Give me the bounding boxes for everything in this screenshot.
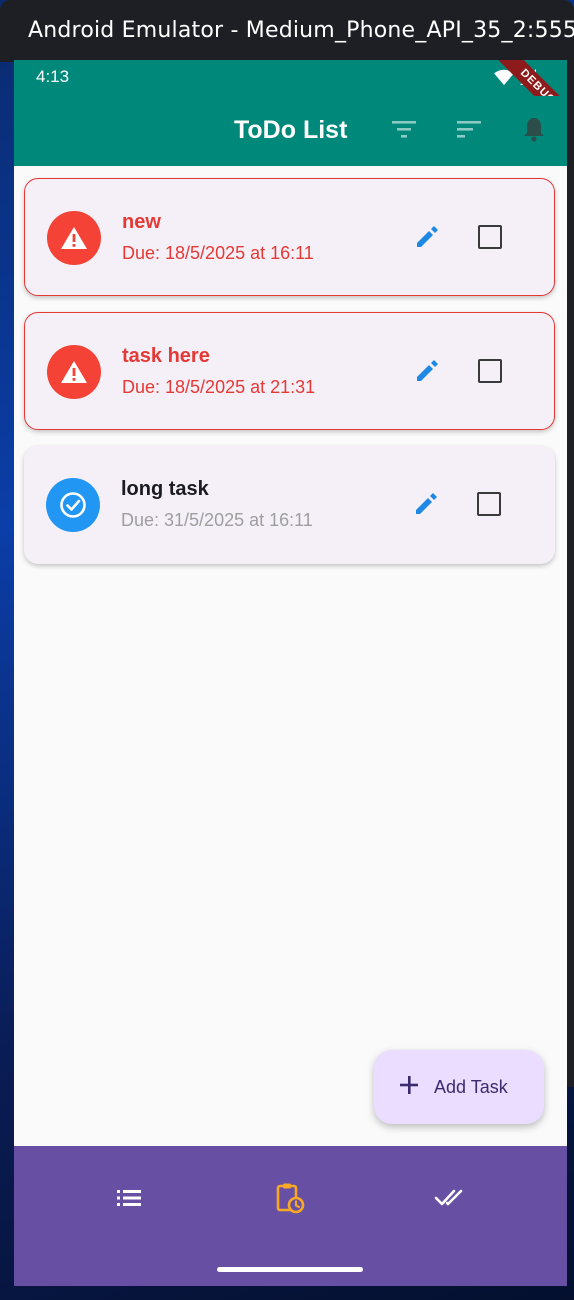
edit-button[interactable] xyxy=(410,490,442,522)
plus-icon xyxy=(398,1074,420,1101)
status-bar: 4:13 DEBUG xyxy=(14,60,567,133)
sort-button[interactable] xyxy=(453,115,485,147)
clipboard-clock-icon xyxy=(275,1182,305,1219)
nav-pending-tasks[interactable] xyxy=(272,1182,308,1218)
edit-button[interactable] xyxy=(411,223,443,255)
bottom-navigation xyxy=(14,1146,567,1286)
nav-all-tasks[interactable] xyxy=(111,1182,147,1218)
double-check-icon xyxy=(434,1187,468,1214)
add-task-button[interactable]: Add Task xyxy=(374,1050,544,1124)
task-due-date: Due: 31/5/2025 at 16:11 xyxy=(121,510,313,530)
edit-icon xyxy=(413,491,439,522)
task-title: task here xyxy=(122,345,210,367)
edit-button[interactable] xyxy=(411,357,443,389)
nav-completed-tasks[interactable] xyxy=(433,1182,469,1218)
emulator-title-bar: Android Emulator - Medium_Phone_API_35_2… xyxy=(0,0,574,62)
home-indicator[interactable] xyxy=(217,1267,363,1272)
task-due-date: Due: 18/5/2025 at 16:11 xyxy=(122,243,314,263)
task-complete-checkbox[interactable] xyxy=(477,492,501,516)
task-title: long task xyxy=(121,478,209,500)
status-time: 4:13 xyxy=(36,67,70,86)
task-card[interactable]: long task Due: 31/5/2025 at 16:11 xyxy=(24,446,555,564)
list-icon xyxy=(116,1188,142,1213)
warning-icon xyxy=(47,211,101,265)
filter-icon xyxy=(390,118,418,145)
notifications-icon xyxy=(522,116,546,147)
page-title: ToDo List xyxy=(234,116,348,144)
task-complete-checkbox[interactable] xyxy=(478,359,502,383)
check-circle-icon xyxy=(46,478,100,532)
task-complete-checkbox[interactable] xyxy=(478,225,502,249)
app-bar: ToDo List xyxy=(14,96,567,166)
task-due-date: Due: 18/5/2025 at 21:31 xyxy=(122,377,316,397)
filter-button[interactable] xyxy=(388,115,420,147)
task-card[interactable]: task here Due: 18/5/2025 at 21:31 xyxy=(24,312,555,430)
add-task-label: Add Task xyxy=(434,1076,508,1097)
phone-screen: 4:13 DEBUG ToDo List new Due: 18/5/2025 … xyxy=(14,60,567,1286)
emulator-window-title: Android Emulator - Medium_Phone_API_35_2… xyxy=(28,18,574,43)
edit-icon xyxy=(414,224,440,255)
edit-icon xyxy=(414,358,440,389)
notifications-button[interactable] xyxy=(518,115,550,147)
task-title: new xyxy=(122,211,161,233)
emulator-window-edge xyxy=(567,60,574,1087)
warning-icon xyxy=(47,345,101,399)
task-card[interactable]: new Due: 18/5/2025 at 16:11 xyxy=(24,178,555,296)
sort-icon xyxy=(455,118,483,145)
